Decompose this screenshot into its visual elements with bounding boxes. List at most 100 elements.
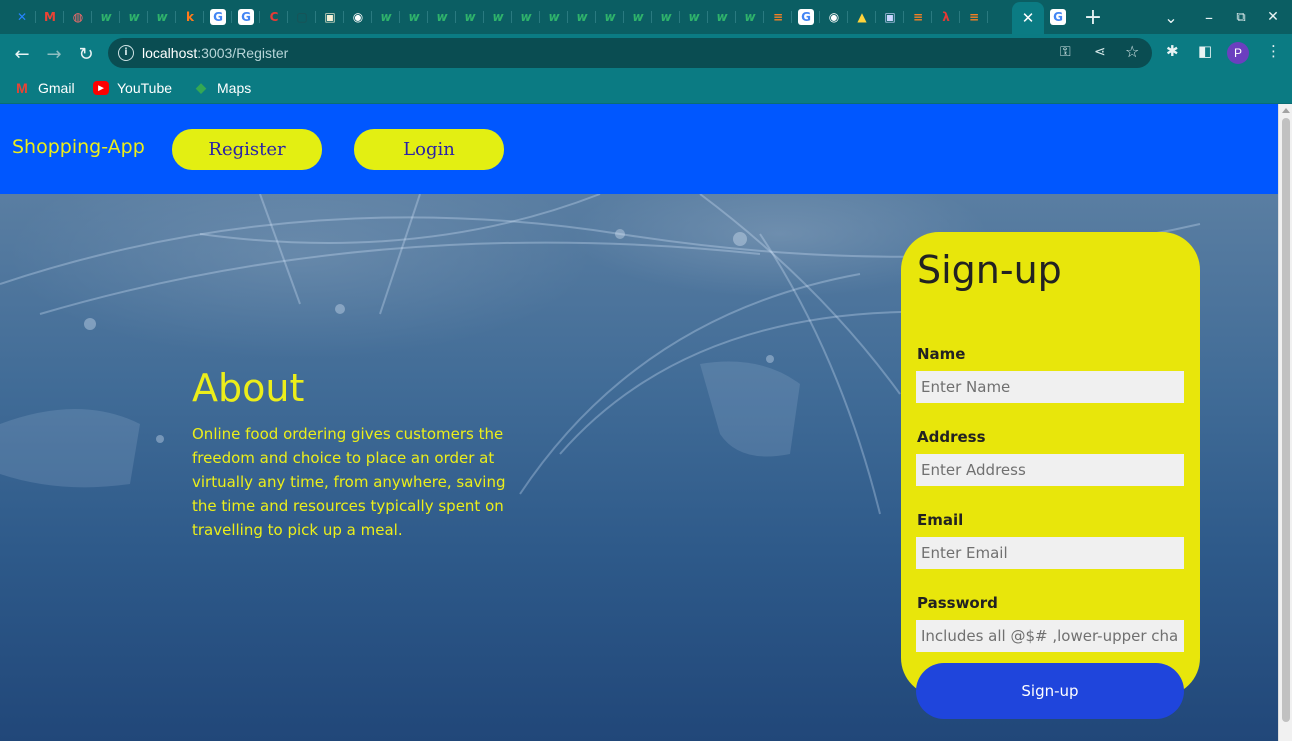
tab[interactable]: ✕: [8, 5, 36, 29]
tab[interactable]: G: [1044, 5, 1072, 29]
tab[interactable]: ◉: [344, 5, 372, 29]
tab[interactable]: w: [92, 5, 120, 29]
tab[interactable]: k: [176, 5, 204, 29]
tab[interactable]: ≡: [960, 5, 988, 29]
tab[interactable]: w: [708, 5, 736, 29]
email-input[interactable]: [916, 537, 1184, 569]
new-tab-icon[interactable]: +: [1082, 5, 1104, 30]
about-title: About: [192, 366, 305, 410]
signup-submit-button[interactable]: Sign-up: [916, 663, 1184, 719]
reload-icon[interactable]: ↻: [73, 41, 99, 67]
gmail-icon: M: [16, 80, 28, 96]
minimize-icon[interactable]: –: [1198, 6, 1220, 28]
url-host: localhost: [142, 45, 198, 61]
email-label: Email: [917, 511, 964, 529]
tab[interactable]: w: [736, 5, 764, 29]
page-scrollbar[interactable]: [1278, 104, 1292, 741]
tab[interactable]: w: [148, 5, 176, 29]
google-icon: G: [210, 9, 226, 25]
stackoverflow-icon: ≡: [968, 10, 980, 24]
scrollbar-thumb[interactable]: [1282, 118, 1290, 722]
back-icon[interactable]: ←: [9, 41, 35, 67]
tab[interactable]: w: [400, 5, 428, 29]
tab[interactable]: w: [456, 5, 484, 29]
chrome-icon: ◉: [352, 10, 364, 24]
menu-kebab-icon[interactable]: ⋮: [1266, 42, 1281, 60]
tab[interactable]: w: [652, 5, 680, 29]
stackoverflow-icon: ≡: [772, 10, 784, 24]
site-info-icon[interactable]: i: [118, 45, 134, 61]
share-icon[interactable]: ⋖: [1094, 44, 1106, 60]
name-input[interactable]: [916, 371, 1184, 403]
tab[interactable]: G: [232, 5, 260, 29]
bookmark-star-icon[interactable]: ☆: [1125, 42, 1139, 61]
brand-logo-text[interactable]: Shopping-App: [12, 136, 145, 158]
stackoverflow-icon: ≡: [912, 10, 924, 24]
maps-icon: ◆: [196, 80, 206, 95]
image-icon: ▣: [324, 10, 336, 24]
tab-separator: [987, 11, 988, 23]
side-panel-icon[interactable]: ◧: [1198, 42, 1212, 60]
w-icon: w: [716, 10, 728, 24]
tab[interactable]: ≡: [764, 5, 792, 29]
tab[interactable]: w: [372, 5, 400, 29]
tab[interactable]: w: [484, 5, 512, 29]
tab[interactable]: ▢: [288, 5, 316, 29]
scroll-up-arrow-icon[interactable]: [1282, 108, 1290, 113]
k-icon: k: [186, 10, 194, 24]
address-bar[interactable]: i localhost:3003/Register ⚿ ⋖ ☆: [108, 38, 1152, 68]
url-path: :3003/Register: [197, 45, 289, 61]
w-icon: w: [380, 10, 392, 24]
password-input[interactable]: [916, 620, 1184, 652]
c-icon: C: [269, 10, 279, 24]
tab[interactable]: w: [624, 5, 652, 29]
tab[interactable]: C: [260, 5, 288, 29]
bookmark-label: Gmail: [38, 80, 75, 96]
login-nav-button[interactable]: Login: [354, 129, 504, 170]
url-text[interactable]: localhost:3003/Register: [142, 45, 288, 61]
w-icon: w: [576, 10, 588, 24]
forward-icon[interactable]: →: [41, 41, 67, 67]
tab[interactable]: ≡: [904, 5, 932, 29]
tab[interactable]: ◍: [64, 5, 92, 29]
image-icon: ▣: [884, 10, 896, 24]
restore-icon[interactable]: ⧉: [1230, 6, 1252, 28]
about-section: About Online food ordering gives custome…: [192, 366, 512, 542]
tab[interactable]: w: [428, 5, 456, 29]
tab[interactable]: w: [540, 5, 568, 29]
profile-avatar[interactable]: P: [1227, 42, 1249, 64]
tab[interactable]: G: [792, 5, 820, 29]
tab[interactable]: w: [596, 5, 624, 29]
tab[interactable]: M: [36, 5, 64, 29]
address-input[interactable]: [916, 454, 1184, 486]
w-icon: w: [128, 10, 140, 24]
w-icon: w: [100, 10, 112, 24]
extensions-icon[interactable]: ✱: [1166, 42, 1179, 60]
tab[interactable]: λ: [932, 5, 960, 29]
tab[interactable]: ◉: [820, 5, 848, 29]
w-icon: w: [464, 10, 476, 24]
tab[interactable]: ▣: [316, 5, 344, 29]
tab[interactable]: w: [680, 5, 708, 29]
w-icon: w: [408, 10, 420, 24]
confluence-icon: ✕: [16, 10, 28, 24]
hero-background: About Online food ordering gives custome…: [0, 194, 1278, 741]
tab[interactable]: w: [120, 5, 148, 29]
register-nav-button[interactable]: Register: [172, 129, 322, 170]
bookmark-gmail[interactable]: M Gmail: [14, 78, 75, 98]
bookmark-maps[interactable]: ◆ Maps: [193, 78, 251, 98]
w-icon: w: [744, 10, 756, 24]
bookmark-youtube[interactable]: ▶ YouTube: [93, 78, 172, 98]
tab[interactable]: ▲: [848, 5, 876, 29]
tab-search-dropdown-icon[interactable]: ⌄: [1160, 6, 1182, 28]
close-window-icon[interactable]: ✕: [1262, 6, 1284, 28]
tab[interactable]: G: [204, 5, 232, 29]
tab[interactable]: ▣: [876, 5, 904, 29]
youtube-icon: ▶: [93, 81, 109, 95]
tab[interactable]: w: [512, 5, 540, 29]
google-icon: G: [798, 9, 814, 25]
key-icon[interactable]: ⚿: [1060, 44, 1071, 60]
close-tab-icon[interactable]: ✕: [1022, 9, 1035, 27]
active-tab[interactable]: ✕: [1012, 2, 1044, 34]
tab[interactable]: w: [568, 5, 596, 29]
